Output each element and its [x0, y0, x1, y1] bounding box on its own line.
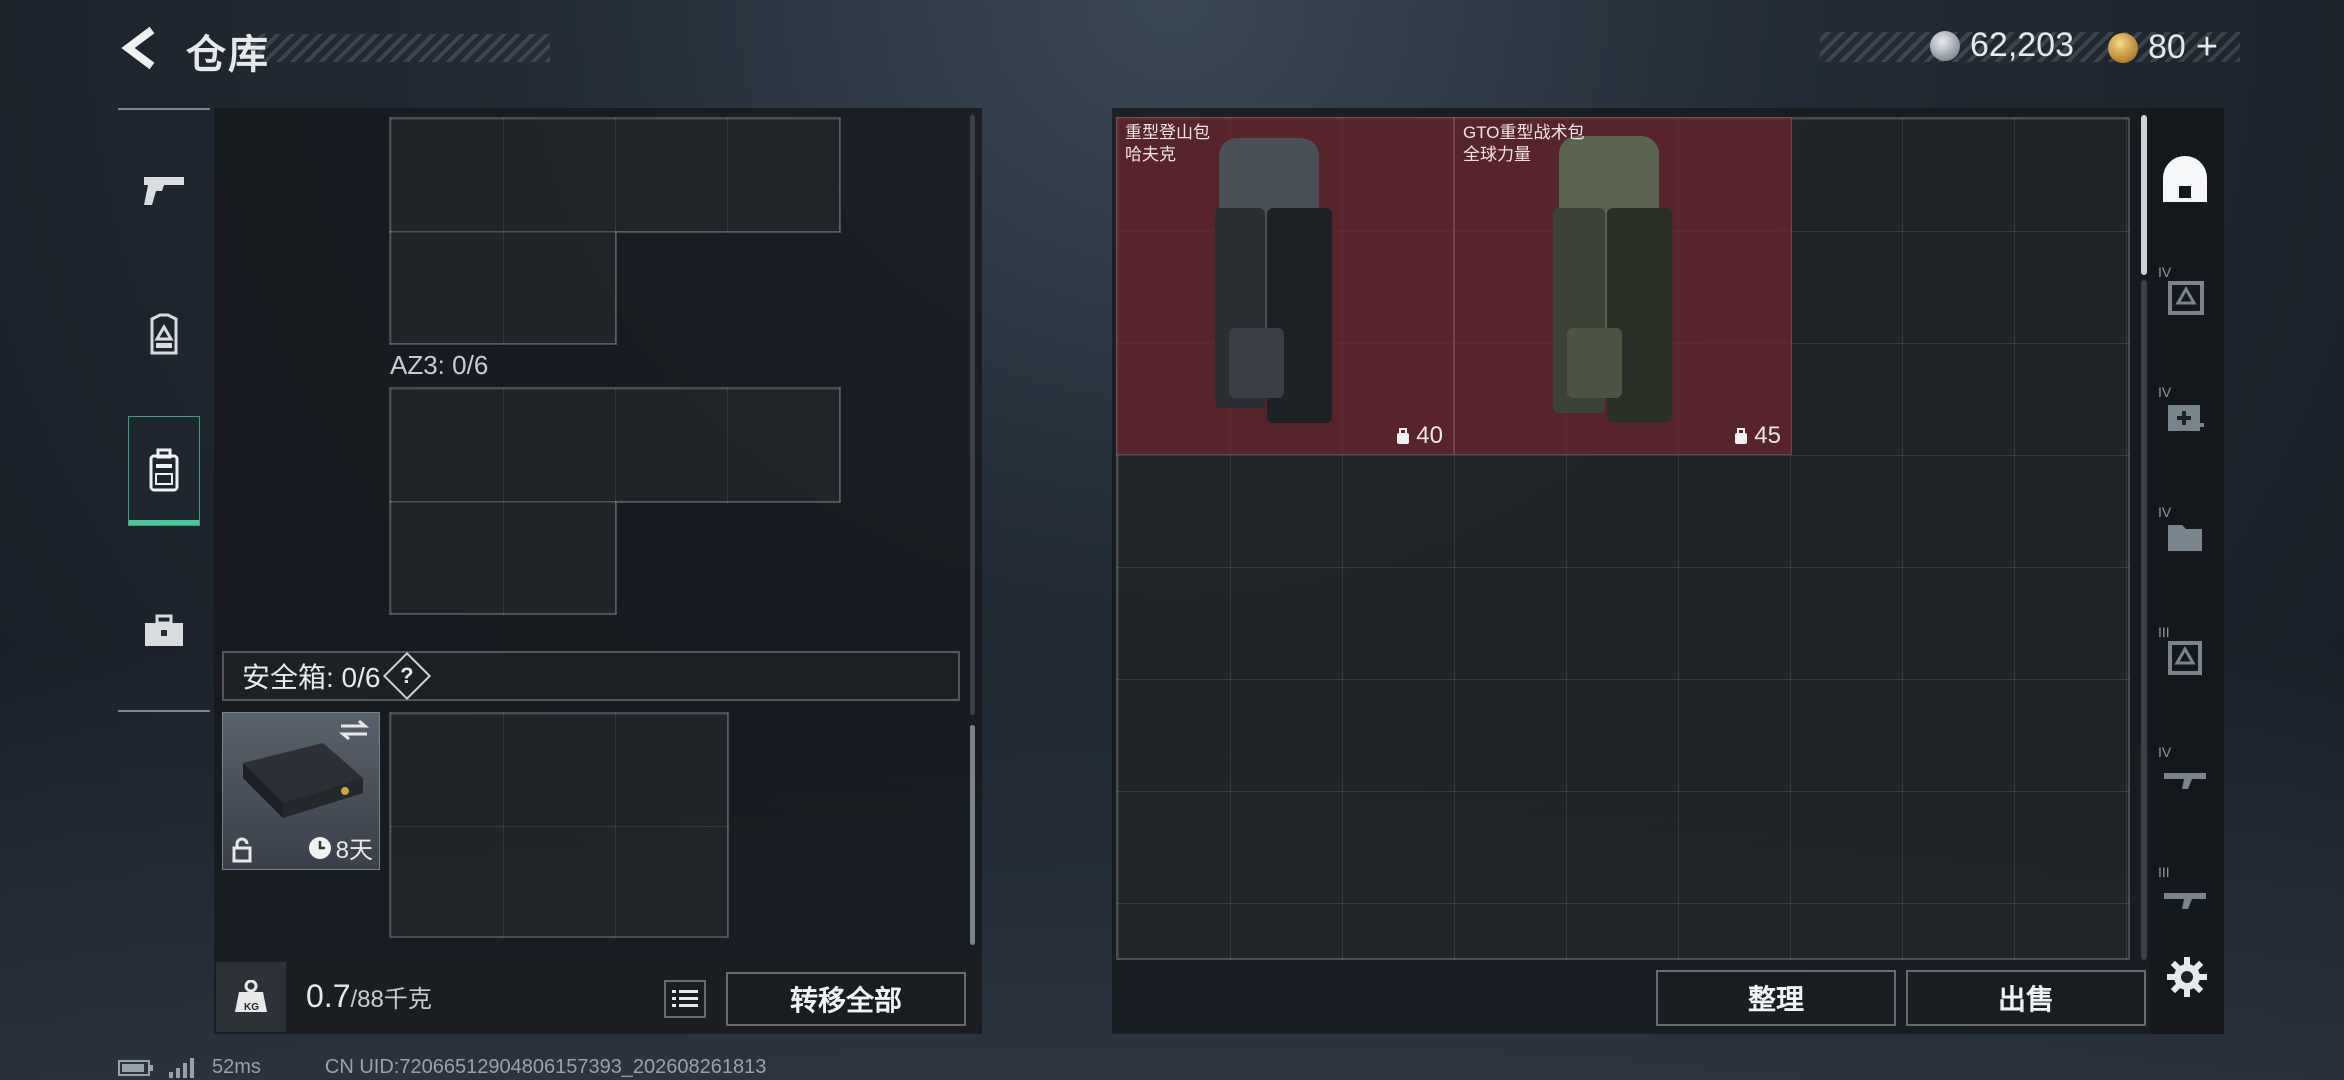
silver-coin-icon	[1930, 30, 1960, 61]
nav-armor[interactable]	[128, 280, 200, 390]
safebox-help-icon[interactable]: ?	[383, 651, 432, 701]
clock-icon	[308, 836, 331, 859]
nav-divider-bottom	[118, 710, 210, 712]
nav-divider-top	[118, 108, 210, 110]
gold-amount: 80	[2148, 28, 2186, 66]
add-gold-button[interactable]: +	[2196, 26, 2218, 69]
category-container-iv[interactable]: IV	[2150, 496, 2220, 576]
backpack-image-icon	[1553, 136, 1672, 423]
briefcase-icon	[145, 614, 183, 646]
title-decoration	[250, 34, 550, 62]
capacity-icon	[1397, 428, 1410, 444]
item-name: 重型登山包 哈夫克	[1125, 123, 1210, 164]
status-footer: 52ms CN UID:7206651290480615739​3_202608…	[118, 1056, 766, 1079]
signal-icon	[169, 1057, 194, 1078]
weight-readout: 0.7/88千克	[306, 978, 432, 1015]
ping: 52ms	[212, 1056, 261, 1078]
case-timer: 8天	[308, 830, 373, 865]
list-view-button[interactable]	[664, 980, 706, 1018]
transfer-all-button[interactable]: 转移全部	[726, 972, 966, 1026]
currency-silver[interactable]: 62,203	[1930, 26, 2074, 65]
storage-item[interactable]: 重型登山包 哈夫克 40	[1116, 117, 1454, 455]
helmet-icon	[2163, 156, 2207, 202]
backpack-image-icon	[1215, 138, 1332, 423]
sort-button[interactable]: 整理	[1656, 970, 1896, 1026]
az3-grid-row2	[389, 501, 617, 615]
loadout-scrollbar[interactable]	[970, 725, 975, 945]
battery-icon	[118, 1059, 153, 1076]
category-all[interactable]	[2150, 140, 2220, 220]
category-armor-iii[interactable]: III	[2150, 616, 2220, 696]
item-capacity: 45	[1732, 422, 1781, 450]
capacity-icon	[1735, 428, 1748, 444]
loadout-scroll-track[interactable]	[970, 115, 975, 715]
pistol-icon	[144, 177, 184, 205]
back-button[interactable]	[118, 24, 160, 72]
currency-gold[interactable]: 80 +	[2108, 26, 2218, 69]
weight-max: /88千克	[350, 986, 432, 1013]
silver-amount: 62,203	[1970, 26, 2074, 64]
item-name: GTO重型战术包 全球力量	[1463, 123, 1585, 164]
storage-scroll-track[interactable]	[2141, 280, 2147, 960]
category-weapon-iv[interactable]: IV	[2150, 736, 2220, 816]
weight-icon-box: KG	[216, 962, 286, 1032]
nav-case[interactable]	[128, 576, 200, 686]
back-arrow-icon	[121, 26, 155, 70]
storage-scrollbar[interactable]	[2141, 115, 2147, 275]
secure-case-icon	[243, 743, 363, 818]
settings-button[interactable]	[2160, 950, 2214, 1004]
safebox-label: 安全箱: 0/6	[242, 662, 381, 693]
lock-icon	[232, 837, 252, 863]
page-title: 仓库	[186, 33, 270, 77]
armor-vest-icon	[150, 313, 178, 355]
category-armor-iv[interactable]: IV	[2150, 256, 2220, 336]
safebox-header: 安全箱: 0/6 ?	[222, 651, 960, 701]
backpack-icon	[149, 448, 179, 492]
list-icon	[672, 990, 698, 1007]
uid: CN UID:7206651290480615739​3_20260826181…	[324, 1056, 767, 1078]
gear-icon	[2167, 957, 2207, 997]
backpack-grid-row2	[389, 231, 617, 345]
item-capacity: 40	[1394, 422, 1443, 450]
weight-current: 0.7	[306, 978, 351, 1014]
backpack-grid-row1	[389, 117, 841, 233]
gold-coin-icon	[2108, 32, 2138, 63]
swap-icon[interactable]	[339, 719, 369, 741]
nav-weapons[interactable]	[128, 134, 200, 244]
safebox-case-slot[interactable]: 8天	[222, 712, 380, 870]
sell-button[interactable]: 出售	[1906, 970, 2146, 1026]
nav-backpack[interactable]	[128, 416, 200, 526]
category-weapon-iii[interactable]: III	[2150, 856, 2220, 936]
az3-grid-row1	[389, 387, 841, 503]
storage-item[interactable]: GTO重型战术包 全球力量 45	[1454, 117, 1792, 455]
category-medical-iv[interactable]: IV	[2150, 376, 2220, 456]
az3-label: AZ3: 0/6	[390, 350, 489, 380]
safebox-grid	[389, 712, 729, 938]
